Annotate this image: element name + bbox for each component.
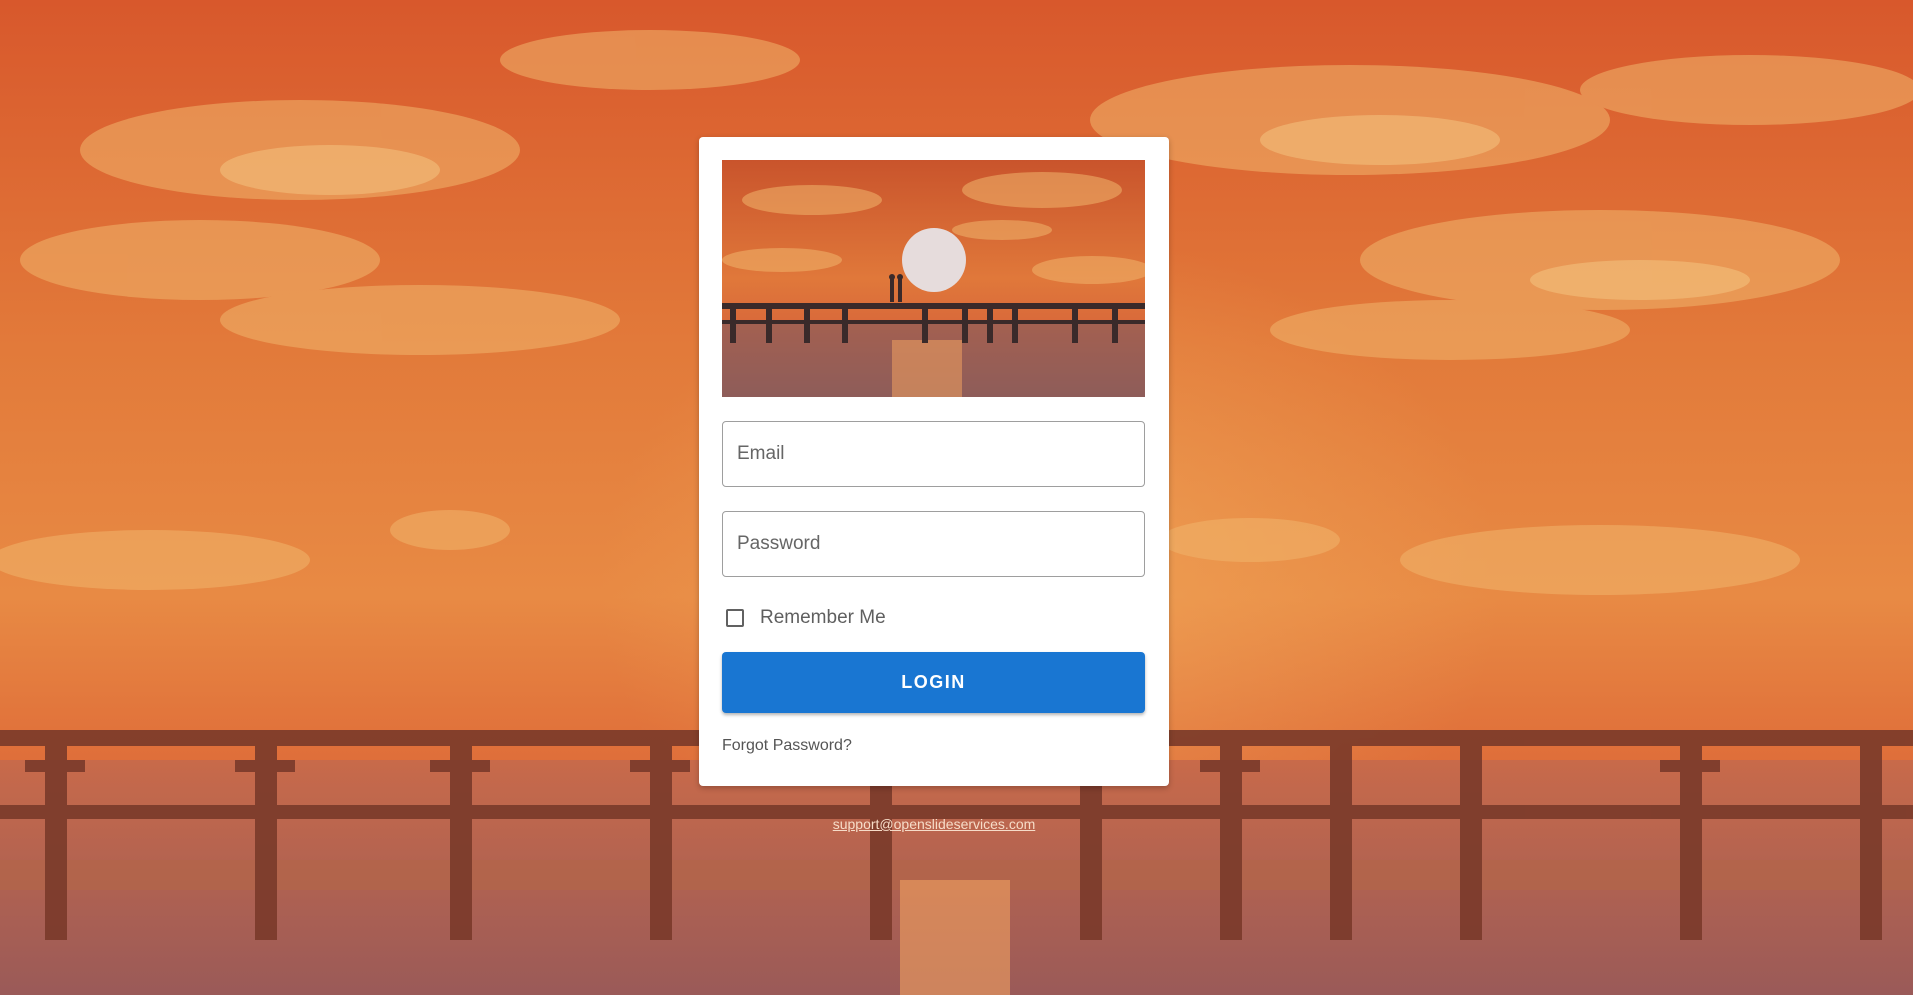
remember-me-label: Remember Me [760,607,886,628]
checkbox-unchecked-icon[interactable] [726,609,744,627]
login-card: Remember Me LOGIN Forgot Password? [699,137,1169,786]
login-page: Remember Me LOGIN Forgot Password? suppo… [0,0,1913,995]
remember-me-toggle[interactable]: Remember Me [724,603,886,633]
email-input[interactable] [723,422,1144,486]
password-field[interactable] [722,511,1145,577]
support-email-link[interactable]: support@openslideservices.com [0,816,1868,832]
forgot-password-link[interactable]: Forgot Password? [722,737,852,755]
password-input[interactable] [723,512,1144,576]
login-button[interactable]: LOGIN [722,652,1145,713]
email-field[interactable] [722,421,1145,487]
sunset-pier-image [722,160,1145,397]
